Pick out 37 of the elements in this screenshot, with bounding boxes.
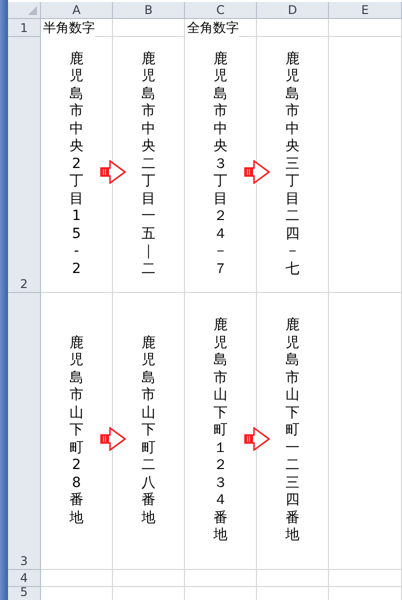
grid-cell[interactable] — [329, 570, 402, 587]
grid-cell[interactable] — [41, 570, 113, 587]
grid-cell[interactable]: 鹿児島市山下町二八番地 — [113, 293, 185, 570]
grid-cell[interactable]: 鹿児島市中央三丁目二四－七 — [257, 37, 329, 293]
column-header[interactable]: D — [257, 2, 329, 19]
grid-cell[interactable]: 鹿児島市中央二丁目一五｜二 — [113, 37, 185, 293]
grid-cell[interactable] — [257, 570, 329, 587]
column-header[interactable]: C — [185, 2, 257, 19]
cell-text: 全角数字 — [185, 18, 239, 36]
row-header[interactable]: 4 — [8, 570, 41, 587]
cell-text: 半角数字 — [41, 18, 95, 36]
column-header[interactable]: B — [113, 2, 185, 19]
column-header[interactable]: E — [329, 2, 402, 19]
grid-cell[interactable] — [329, 37, 402, 293]
cell-text: 鹿児島市中央2丁目15-2 — [70, 50, 84, 278]
cell-text: 鹿児島市中央三丁目二四－七 — [286, 50, 300, 278]
grid-cell[interactable] — [329, 19, 402, 37]
grid-cell[interactable] — [185, 570, 257, 587]
cell-text: 鹿児島市山下町二八番地 — [142, 334, 156, 528]
row-header[interactable]: 3 — [8, 293, 41, 570]
select-all-corner[interactable] — [8, 2, 41, 19]
cell-text: 鹿児島市山下町一二三四番地 — [286, 317, 300, 545]
row-header[interactable]: 5 — [8, 587, 41, 600]
row-header[interactable]: 1 — [8, 19, 41, 37]
cell-text: 鹿児島市中央二丁目一五｜二 — [142, 50, 156, 278]
cell-text: 鹿児島市山下町１２３４番地 — [214, 317, 228, 545]
row-header[interactable]: 2 — [8, 37, 41, 293]
cell-text: 鹿児島市山下町28番地 — [70, 334, 84, 528]
corner-triangle-icon — [28, 6, 37, 15]
grid-cell[interactable]: 鹿児島市山下町一二三四番地 — [257, 293, 329, 570]
column-header[interactable]: A — [41, 2, 113, 19]
grid-cell[interactable] — [113, 570, 185, 587]
grid-cell[interactable] — [257, 19, 329, 37]
grid-cell[interactable]: 半角数字 — [41, 19, 113, 37]
cell-text: 鹿児島市中央３丁目２４－７ — [214, 50, 228, 278]
grid-cell[interactable] — [329, 293, 402, 570]
grid-cell[interactable]: 全角数字 — [185, 19, 257, 37]
